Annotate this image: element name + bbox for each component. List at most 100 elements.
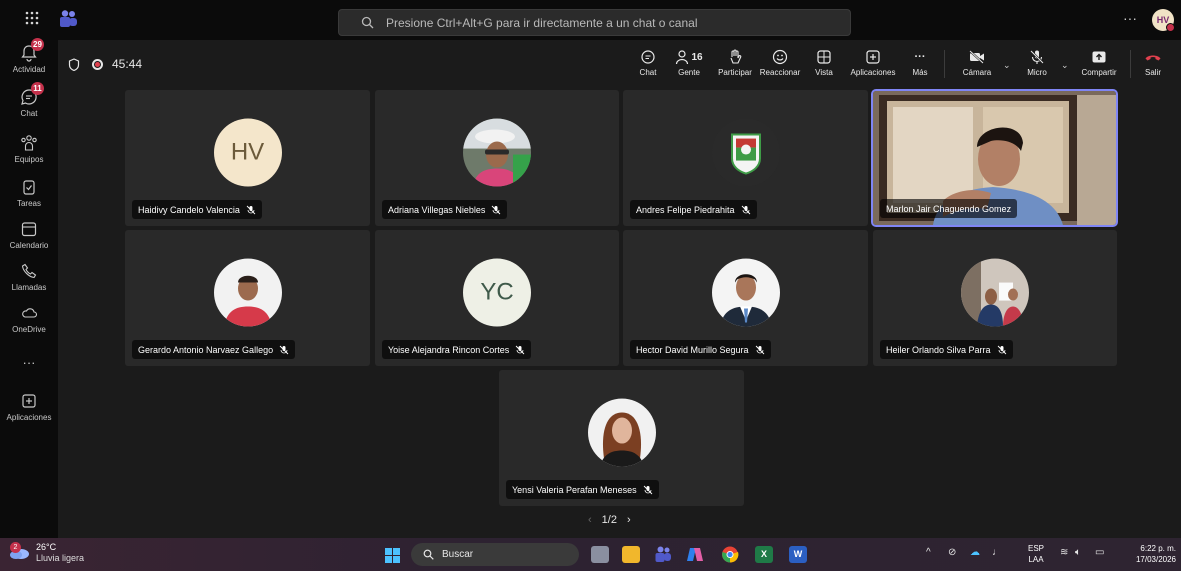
more-options-button[interactable]: ··· bbox=[1123, 10, 1137, 26]
participant-video-tile[interactable]: Marlon Jair Chaguendo Gomez bbox=[871, 89, 1118, 227]
participant-initials-avatar: HV bbox=[213, 118, 282, 187]
chat-button[interactable]: Chat bbox=[635, 48, 661, 77]
app-launcher-icon[interactable] bbox=[24, 11, 40, 27]
teams-window: Presione Ctrl+Alt+G para ir directamente… bbox=[0, 0, 1181, 538]
raise-label: Participar bbox=[718, 68, 752, 77]
activity-badge: 29 bbox=[31, 38, 44, 51]
volume-icon[interactable]: 🔈︎ bbox=[1075, 547, 1081, 558]
apps-label: Aplicaciones bbox=[850, 68, 896, 77]
participant-name: Haidivy Candelo Valencia bbox=[138, 204, 240, 215]
taskbar-app-teams-icon[interactable] bbox=[654, 546, 672, 563]
taskbar-app-widgets-icon[interactable] bbox=[591, 546, 609, 563]
clock-date: 17/03/2026 bbox=[1135, 555, 1176, 564]
participant-name-tag: Andres Felipe Piedrahita bbox=[630, 200, 757, 219]
battery-icon[interactable]: ▭ bbox=[1095, 547, 1104, 558]
apps-button[interactable]: Aplicaciones bbox=[848, 48, 898, 77]
mic-muted-icon bbox=[491, 205, 501, 215]
more-button[interactable]: ··· Más bbox=[909, 48, 931, 77]
teams-logo-icon bbox=[58, 10, 78, 28]
rail-more-button[interactable]: ··· bbox=[0, 355, 58, 370]
camera-button[interactable]: Cámara bbox=[960, 48, 994, 77]
rail-item-onedrive[interactable]: OneDrive bbox=[0, 304, 58, 334]
rail-label: Equipos bbox=[14, 155, 44, 164]
participant-photo-avatar bbox=[463, 118, 531, 187]
rail-item-tareas[interactable]: Tareas bbox=[0, 178, 58, 208]
user-avatar[interactable]: HV bbox=[1152, 9, 1175, 32]
participant-tile[interactable]: Andres Felipe Piedrahita bbox=[623, 90, 868, 226]
people-icon: 16 bbox=[672, 48, 706, 66]
search-icon bbox=[423, 549, 434, 560]
add-apps-icon bbox=[848, 48, 898, 66]
people-count: 16 bbox=[691, 51, 703, 63]
bell-icon: 29 bbox=[20, 38, 44, 62]
chat-icon: 11 bbox=[20, 82, 44, 106]
weather-desc: Lluvia ligera bbox=[36, 553, 85, 563]
raise-hand-button[interactable]: Participar bbox=[715, 48, 755, 77]
input-language[interactable]: ESP LAA bbox=[1028, 543, 1044, 565]
participant-name-tag: Yoise Alejandra Rincon Cortes bbox=[382, 340, 532, 359]
participant-name-tag: Gerardo Antonio Narvaez Gallego bbox=[132, 340, 296, 359]
mic-muted-icon bbox=[741, 205, 751, 215]
participant-tile[interactable]: Adriana Villegas Niebles bbox=[375, 90, 619, 226]
taskbar-app-copilot-icon[interactable] bbox=[686, 546, 704, 563]
onedrive-tray-icon[interactable]: ☁ bbox=[970, 547, 980, 558]
participant-name: Heiler Orlando Silva Parra bbox=[886, 344, 991, 355]
rail-label: OneDrive bbox=[12, 325, 46, 334]
taskbar-search-label: Buscar bbox=[442, 549, 474, 560]
leave-button[interactable]: Salir bbox=[1142, 48, 1164, 77]
next-page-button[interactable]: › bbox=[627, 514, 631, 526]
participant-tile[interactable]: Heiler Orlando Silva Parra bbox=[873, 230, 1117, 366]
wifi-icon[interactable]: ≋ bbox=[1060, 547, 1068, 558]
show-hidden-icons-chevron-icon[interactable]: ^ bbox=[926, 547, 931, 558]
taskbar-search[interactable]: Buscar bbox=[411, 543, 579, 566]
taskbar-app-chrome-icon[interactable] bbox=[721, 546, 739, 563]
camera-options-chevron-icon[interactable]: ⌄ bbox=[1003, 60, 1011, 71]
view-button[interactable]: Vista bbox=[812, 48, 836, 77]
participant-tile[interactable]: Hector David Murillo Segura bbox=[623, 230, 868, 366]
mic-button[interactable]: Micro bbox=[1022, 48, 1052, 77]
people-button[interactable]: 16 Gente bbox=[672, 48, 706, 77]
participant-name: Andres Felipe Piedrahita bbox=[636, 204, 735, 215]
search-placeholder: Presione Ctrl+Alt+G para ir directamente… bbox=[386, 15, 698, 30]
participant-tile[interactable]: Yensi Valeria Perafan Meneses bbox=[499, 370, 744, 506]
rail-item-aplicaciones[interactable]: Aplicaciones bbox=[0, 392, 58, 422]
tasks-icon bbox=[20, 178, 38, 196]
weather-widget[interactable]: 2 26°C Lluvia ligera bbox=[8, 542, 84, 564]
rail-item-llamadas[interactable]: Llamadas bbox=[0, 262, 58, 292]
tray-mic-icon[interactable]: ♩ bbox=[992, 547, 1002, 558]
share-button[interactable]: Compartir bbox=[1076, 48, 1122, 77]
taskbar-app-excel-icon[interactable]: X bbox=[755, 546, 773, 563]
hand-icon bbox=[715, 48, 755, 66]
participant-photo-avatar bbox=[711, 258, 780, 327]
rail-item-calendario[interactable]: Calendario bbox=[0, 220, 58, 250]
rail-item-equipos[interactable]: Equipos bbox=[0, 134, 58, 164]
page-indicator: 1/2 bbox=[601, 514, 617, 526]
add-apps-icon bbox=[20, 392, 38, 410]
teams-icon bbox=[20, 134, 38, 152]
participant-tile[interactable]: YC Yoise Alejandra Rincon Cortes bbox=[375, 230, 619, 366]
participant-tile[interactable]: HV Haidivy Candelo Valencia bbox=[125, 90, 370, 226]
react-button[interactable]: Reaccionar bbox=[758, 48, 802, 77]
taskbar-app-word-icon[interactable]: W bbox=[789, 546, 807, 563]
mic-options-chevron-icon[interactable]: ⌄ bbox=[1061, 60, 1069, 71]
participant-photo-avatar bbox=[961, 258, 1029, 327]
rail-item-actividad[interactable]: 29 Actividad bbox=[0, 38, 58, 74]
chat-icon bbox=[635, 48, 661, 66]
windows-start-icon[interactable] bbox=[385, 548, 400, 563]
tray-app-icon[interactable]: ⊘ bbox=[948, 547, 956, 558]
taskbar-clock[interactable]: 6:22 p. m. 17/03/2026 bbox=[1120, 543, 1176, 565]
rail-item-chat[interactable]: 11 Chat bbox=[0, 82, 58, 118]
participant-tile[interactable]: Gerardo Antonio Narvaez Gallego bbox=[125, 230, 370, 366]
participant-name: Yoise Alejandra Rincon Cortes bbox=[388, 344, 510, 355]
search-input[interactable]: Presione Ctrl+Alt+G para ir directamente… bbox=[338, 9, 851, 36]
participant-name-tag: Heiler Orlando Silva Parra bbox=[880, 340, 1013, 359]
mic-muted-icon bbox=[643, 485, 653, 495]
participant-name-tag: Hector David Murillo Segura bbox=[630, 340, 771, 359]
weather-badge: 2 bbox=[10, 542, 21, 553]
meeting-timer: 45:44 bbox=[68, 57, 142, 71]
toolbar-divider bbox=[944, 50, 945, 78]
mic-muted-icon bbox=[515, 345, 525, 355]
taskbar-app-file-explorer-icon[interactable] bbox=[622, 546, 640, 563]
rail-label: Actividad bbox=[12, 65, 46, 74]
previous-page-button[interactable]: ‹ bbox=[588, 514, 592, 526]
